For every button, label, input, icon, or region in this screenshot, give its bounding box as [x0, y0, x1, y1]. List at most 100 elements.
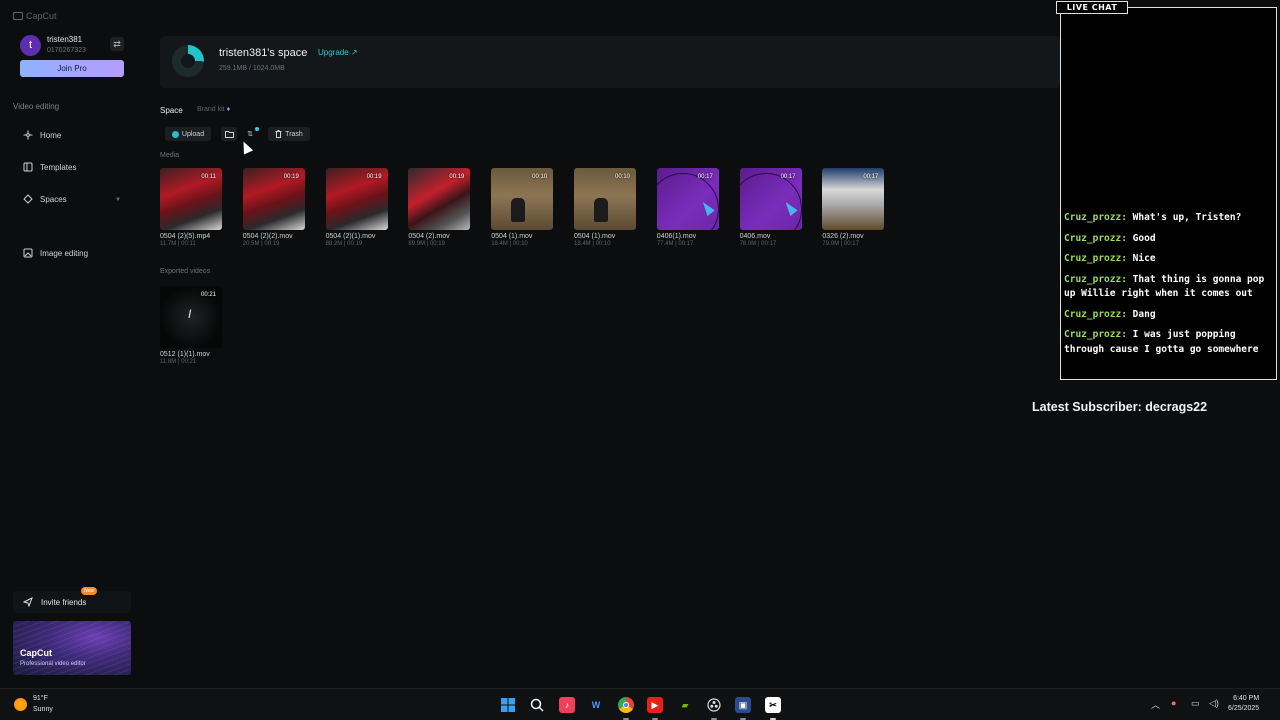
weather-description[interactable]: Sunny: [33, 706, 53, 713]
app-title: CapCut: [13, 11, 57, 21]
user-profile[interactable]: t tristen381 0170267323 ⇄: [20, 34, 124, 56]
app-icon[interactable]: ▣: [735, 697, 751, 713]
chat-text: Good: [1132, 232, 1156, 244]
video-thumbnail[interactable]: 00:19: [408, 168, 471, 230]
tab-space[interactable]: Space: [160, 106, 183, 115]
video-thumbnail[interactable]: 00:17: [822, 168, 885, 230]
latest-subscriber: Latest Subscriber: decrags22: [1032, 400, 1208, 414]
capcut-promo-banner[interactable]: CapCut Professional video editor: [13, 621, 131, 675]
live-chat-header: LIVE CHAT: [1056, 1, 1128, 14]
media-name: 0504 (1).mov: [574, 233, 616, 240]
display-icon[interactable]: ▭: [1191, 698, 1200, 709]
chevron-up-icon[interactable]: ︿: [1151, 698, 1160, 711]
tab-brand-kit-label: Brand kit: [197, 106, 225, 113]
upload-button[interactable]: Upload: [165, 127, 211, 141]
chat-username: Cruz_prozz:: [1064, 232, 1127, 244]
sidebar-item-spaces[interactable]: Spaces: [23, 194, 67, 204]
chat-username: Cruz_prozz:: [1064, 273, 1127, 285]
chat-message: Cruz_prozz: That thing is gonna pop up W…: [1064, 273, 1274, 302]
sidebar-item-label: Spaces: [40, 194, 67, 204]
media-item[interactable]: 00:17 0326 (2).mov 79.0M | 00:17: [822, 168, 885, 247]
chat-message: Cruz_prozz: Dang: [1064, 308, 1274, 323]
switch-account-icon[interactable]: ⇄: [110, 37, 124, 51]
duration-badge: 00:10: [614, 174, 630, 180]
microphone-icon[interactable]: ●: [1171, 698, 1176, 708]
sidebar-item-home[interactable]: Home: [23, 130, 61, 140]
media-item[interactable]: 00:17 0406.mov 78.0M | 00:17: [739, 168, 802, 247]
system-clock[interactable]: 6:40 PM 6/25/2025: [1228, 694, 1259, 714]
video-thumbnail[interactable]: 00:11: [160, 168, 222, 230]
media-item[interactable]: 00:11 0504 (2)(5).mp4 11.7M | 00:11: [160, 168, 222, 247]
media-name: 0512 (1)(1).mov: [160, 351, 210, 358]
diamond-icon: ♦: [226, 106, 231, 113]
chat-username: Cruz_prozz:: [1064, 329, 1127, 340]
media-meta: 11.8M | 00:21: [160, 359, 197, 365]
media-meta: 89.9M | 00:19: [408, 241, 445, 247]
tab-brand-kit[interactable]: Brand kit ♦: [197, 106, 230, 113]
user-id: 0170267323: [47, 47, 86, 54]
video-thumbnail[interactable]: 00:19: [325, 168, 388, 230]
user-name: tristen381: [47, 35, 83, 44]
video-thumbnail[interactable]: 00:19: [242, 168, 305, 230]
chrome-icon[interactable]: [618, 697, 634, 713]
duration-badge: 00:17: [780, 174, 796, 180]
chat-message-list: Cruz_prozz: What's up, Tristen? Cruz_proz…: [1064, 211, 1274, 363]
media-meta: 11.7M | 00:11: [160, 241, 196, 247]
chat-message: Cruz_prozz: Good: [1064, 232, 1274, 247]
media-meta: 18.4M | 00:10: [574, 241, 611, 247]
folder-icon: [224, 131, 234, 138]
youtube-icon[interactable]: ▶: [647, 697, 663, 713]
capcut-taskbar-icon[interactable]: ✂: [765, 697, 781, 713]
invite-friends-button[interactable]: Invite friends New: [13, 587, 131, 613]
upload-label: Upload: [181, 130, 205, 138]
sidebar-item-image-editing[interactable]: Image editing: [23, 248, 88, 258]
sidebar-item-label: Image editing: [40, 248, 89, 258]
media-item[interactable]: 00:19 0504 (2)(1).mov 88.2M | 00:19: [325, 168, 388, 247]
sidebar-item-label: Home: [40, 130, 62, 140]
media-name: 0326 (2).mov: [822, 233, 864, 240]
media-item[interactable]: 00:10 0504 (1).mov 18.4M | 00:10: [491, 168, 554, 247]
start-menu-icon[interactable]: [500, 697, 516, 713]
media-item[interactable]: 00:19 0504 (2)(2).mov 20.5M | 00:19: [242, 168, 305, 247]
media-name: 0504 (2).mov: [408, 233, 450, 240]
video-thumbnail[interactable]: 00:10: [491, 168, 554, 230]
join-pro-button[interactable]: Join Pro: [20, 60, 124, 77]
new-badge: New: [81, 587, 98, 595]
sidebar-item-templates[interactable]: Templates: [23, 162, 76, 172]
trash-button[interactable]: Trash: [268, 127, 310, 141]
nvidia-icon[interactable]: ▰: [677, 697, 693, 713]
video-thumbnail[interactable]: 00:17: [739, 168, 802, 230]
video-thumbnail[interactable]: 00:21 I: [160, 286, 222, 348]
windows-taskbar: 91°F Sunny ♪ W ▶ ▰ ▣ ✂ ︿ ● ▭ ◁) 6:40 PM …: [0, 688, 1280, 720]
exported-video-item[interactable]: 00:21 I 0512 (1)(1).mov 11.8M | 00:21: [160, 286, 222, 365]
video-thumbnail[interactable]: 00:17: [656, 168, 719, 230]
weather-temperature[interactable]: 91°F: [33, 695, 48, 702]
trash-label: Trash: [285, 130, 303, 138]
media-section-label: Media: [160, 152, 180, 159]
promo-subtitle: Professional video editor: [20, 661, 86, 667]
space-card: tristen381's space Upgrade ↗ 259.1MB / 1…: [160, 36, 1060, 88]
search-icon[interactable]: [529, 697, 545, 713]
video-thumbnail[interactable]: 00:10: [574, 168, 636, 230]
obs-icon[interactable]: [706, 697, 722, 713]
word-icon[interactable]: W: [588, 697, 604, 713]
media-item[interactable]: 00:19 0504 (2).mov 89.9M | 00:19: [408, 168, 471, 247]
duration-badge: 00:19: [449, 174, 465, 180]
duration-badge: 00:11: [201, 174, 216, 180]
image-editing-icon: [23, 248, 33, 258]
new-folder-button[interactable]: [221, 127, 237, 141]
duration-badge: 00:19: [283, 174, 299, 180]
upgrade-link[interactable]: Upgrade ↗: [318, 48, 358, 57]
apple-music-icon[interactable]: ♪: [559, 697, 575, 713]
chat-message: Cruz_prozz: What's up, Tristen?: [1064, 211, 1274, 226]
volume-icon[interactable]: ◁): [1209, 698, 1219, 709]
templates-icon: [23, 162, 33, 172]
chevron-down-icon[interactable]: ▼: [115, 197, 121, 203]
media-item[interactable]: 00:17 0406(1).mov 77.4M | 00:17: [656, 168, 719, 247]
media-item[interactable]: 00:10 0504 (1).mov 18.4M | 00:10: [574, 168, 636, 247]
media-name: 0406.mov: [739, 233, 771, 240]
media-meta: 78.0M | 00:17: [739, 241, 777, 247]
chat-username: Cruz_prozz:: [1064, 253, 1127, 264]
media-meta: 77.4M | 00:17: [656, 241, 694, 247]
sun-icon[interactable]: [14, 698, 27, 711]
